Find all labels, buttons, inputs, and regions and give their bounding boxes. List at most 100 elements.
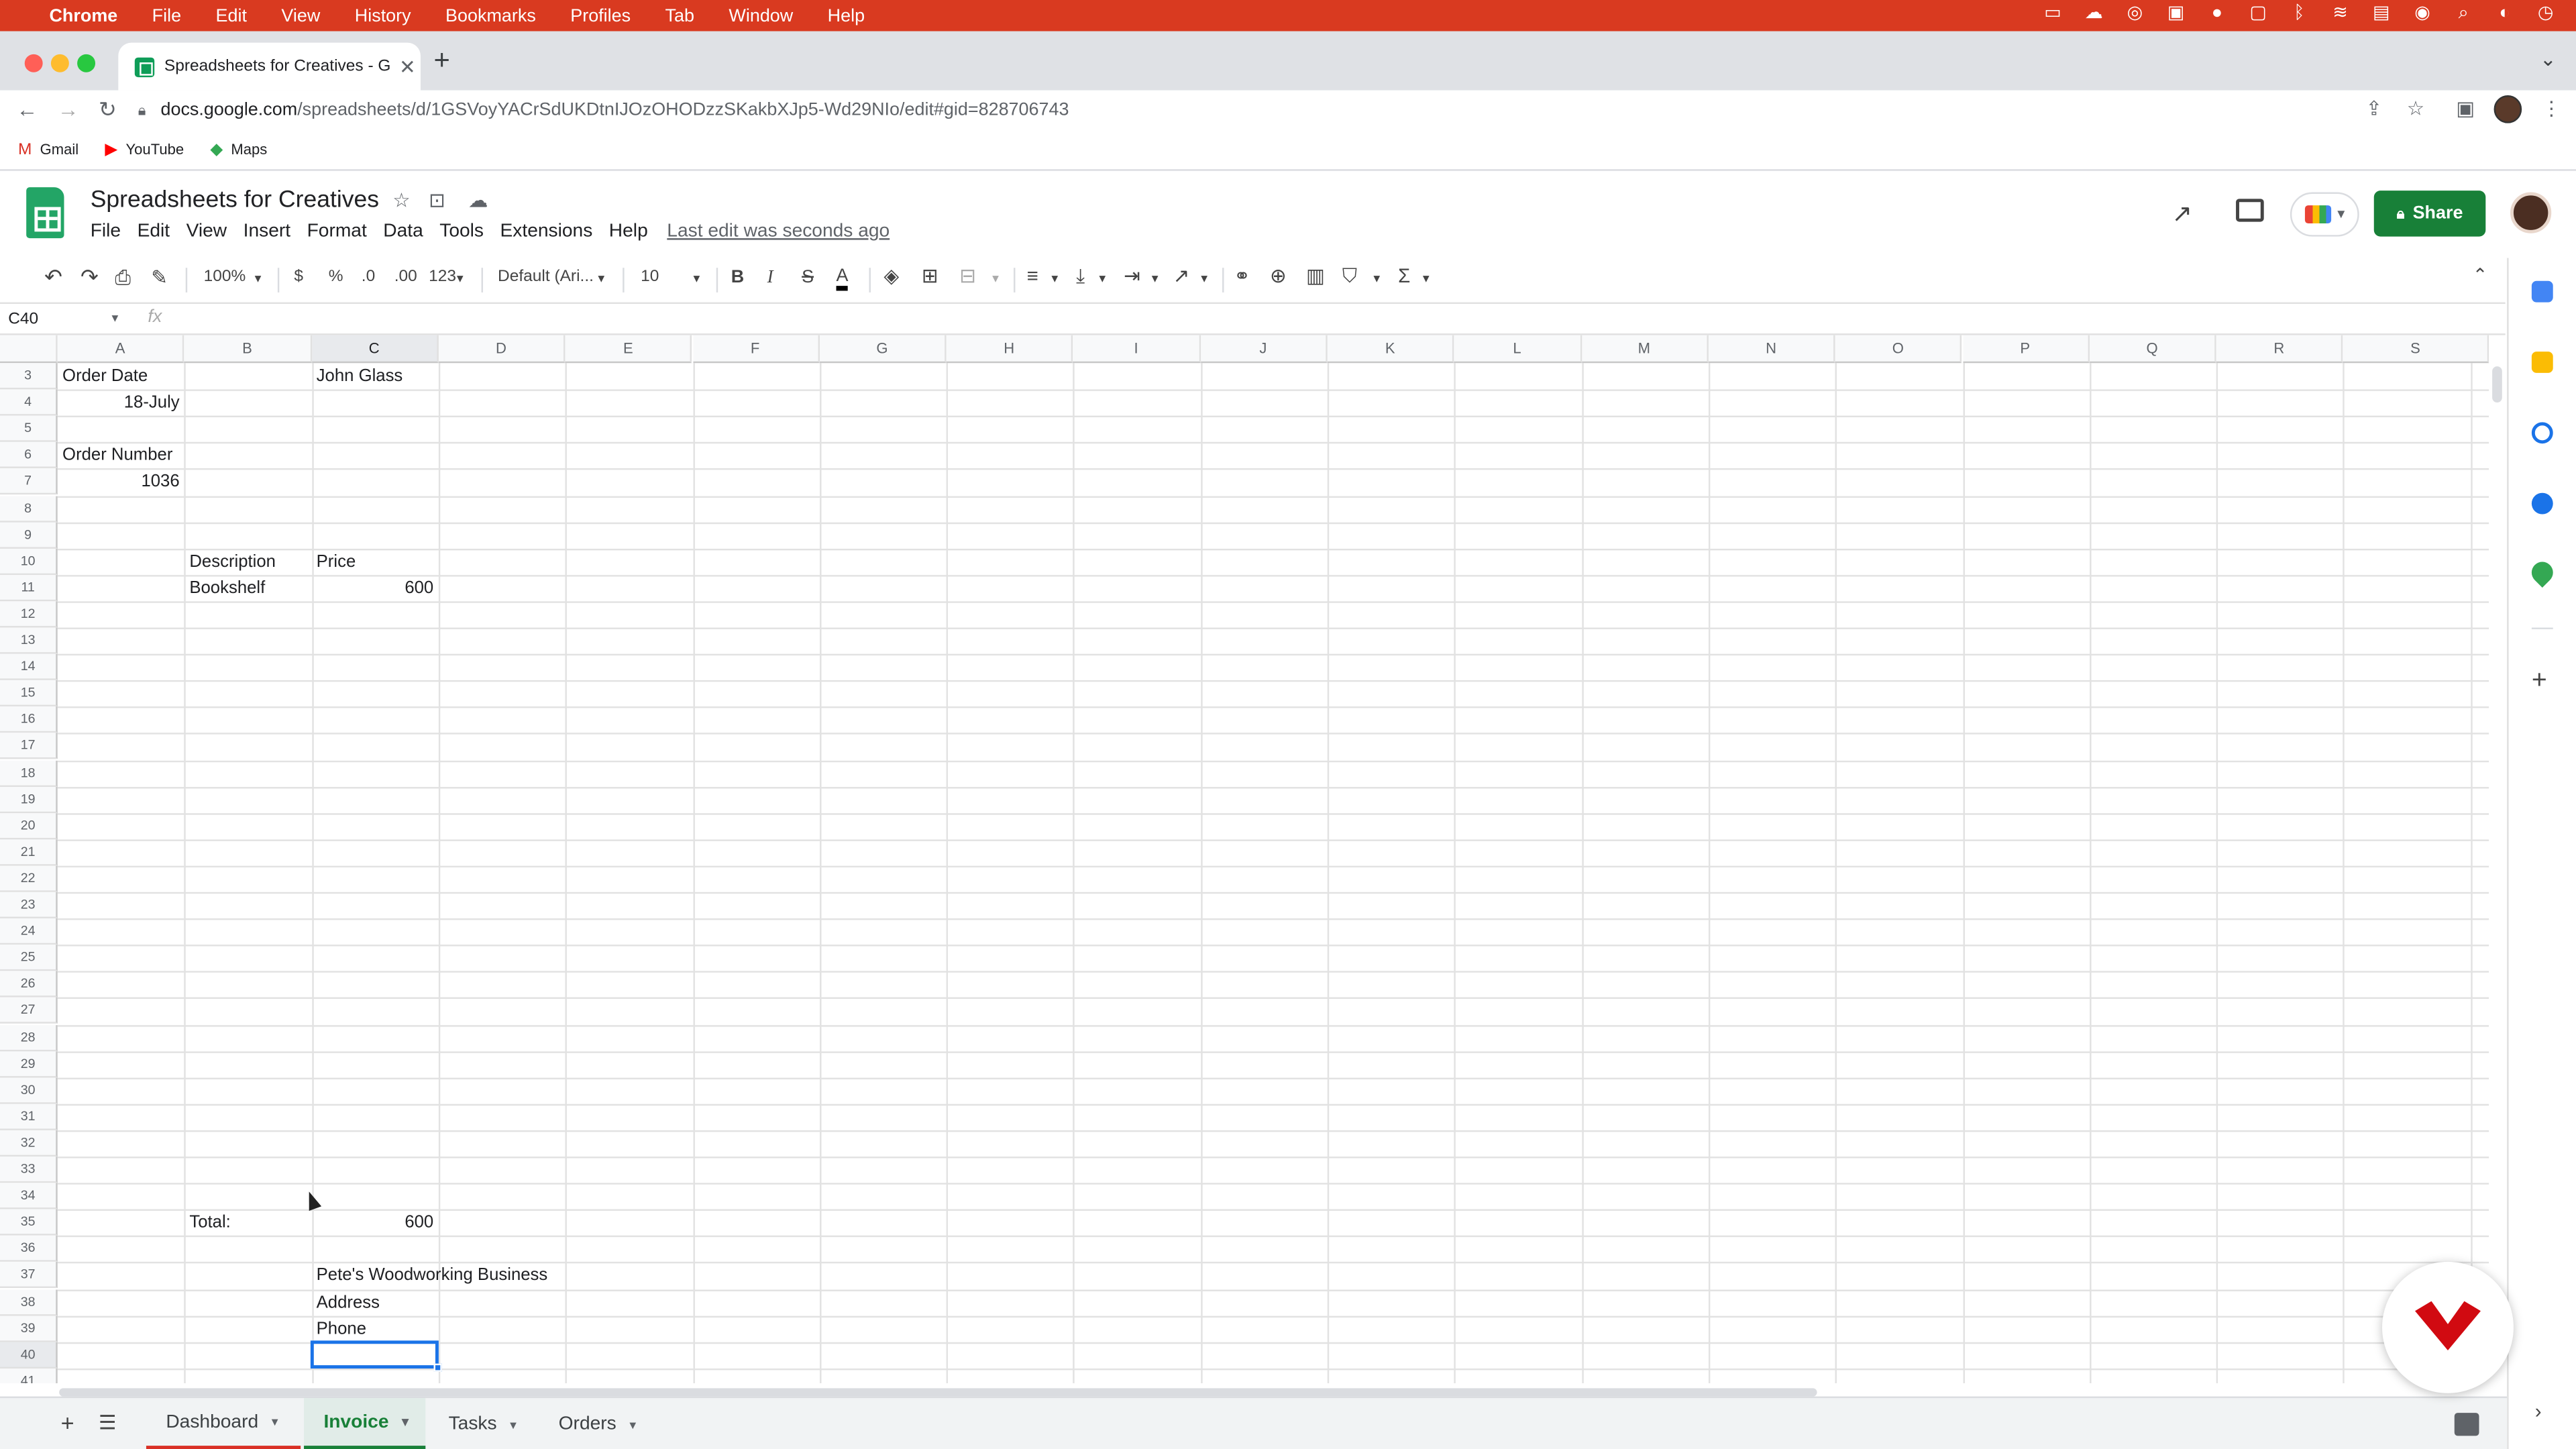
row-header-32[interactable]: 32 bbox=[0, 1130, 58, 1157]
bookmark-youtube[interactable]: ▶ YouTube bbox=[105, 140, 184, 158]
user-icon[interactable]: ◉ bbox=[2412, 3, 2433, 25]
row-header-28[interactable]: 28 bbox=[0, 1024, 58, 1051]
browser-tab-active[interactable]: Spreadsheets for Creatives - G ✕ bbox=[118, 42, 421, 91]
row-header-17[interactable]: 17 bbox=[0, 733, 58, 760]
row-header-40[interactable]: 40 bbox=[0, 1342, 58, 1368]
column-header-h[interactable]: H bbox=[946, 335, 1074, 364]
functions-icon[interactable]: Σ bbox=[1398, 264, 1410, 287]
explore-icon[interactable] bbox=[2454, 1413, 2479, 1436]
browser-profile-avatar[interactable] bbox=[2493, 95, 2522, 123]
cell-c10[interactable]: Price bbox=[317, 551, 356, 571]
column-header-b[interactable]: B bbox=[184, 335, 312, 364]
insert-link-icon[interactable]: ⚭ bbox=[1234, 264, 1250, 287]
sheets-logo-icon[interactable] bbox=[26, 187, 64, 239]
menu-tools[interactable]: Tools bbox=[439, 222, 484, 241]
last-edit-link[interactable]: Last edit was seconds ago bbox=[667, 222, 890, 241]
percent-format-button[interactable]: % bbox=[329, 268, 343, 286]
sheet-tab-dashboard[interactable]: Dashboard ▾ bbox=[146, 1398, 301, 1449]
row-header-8[interactable]: 8 bbox=[0, 495, 58, 522]
text-color-button[interactable]: A bbox=[836, 267, 849, 291]
all-sheets-icon[interactable]: ☰ bbox=[99, 1411, 116, 1434]
side-panel-icon[interactable]: ▣ bbox=[2456, 97, 2475, 119]
mac-menu-app[interactable]: Chrome bbox=[49, 6, 117, 25]
reload-icon[interactable]: ↻ bbox=[99, 97, 117, 123]
align-chevron-icon[interactable]: ▾ bbox=[1051, 271, 1058, 286]
font-size-select[interactable]: 10 bbox=[641, 268, 659, 286]
italic-button[interactable]: I bbox=[767, 268, 773, 287]
account-avatar[interactable] bbox=[2510, 192, 2552, 233]
display-icon[interactable]: ▣ bbox=[2165, 3, 2187, 25]
calendar-icon[interactable] bbox=[2531, 280, 2553, 303]
row-header-29[interactable]: 29 bbox=[0, 1051, 58, 1077]
name-box[interactable]: C40 bbox=[8, 311, 38, 329]
browser-menu-icon[interactable]: ⋮ bbox=[2542, 97, 2561, 119]
record-icon[interactable]: ● bbox=[2206, 3, 2228, 25]
sheet-tab-chevron-icon[interactable]: ▾ bbox=[402, 1415, 409, 1430]
cell-b11[interactable]: Bookshelf bbox=[189, 578, 265, 598]
column-header-n[interactable]: N bbox=[1708, 335, 1835, 364]
menu-view[interactable]: View bbox=[186, 222, 227, 241]
contacts-icon[interactable] bbox=[2531, 492, 2553, 515]
mac-menu-view[interactable]: View bbox=[281, 6, 320, 25]
column-header-s[interactable]: S bbox=[2343, 335, 2489, 364]
row-header-21[interactable]: 21 bbox=[0, 839, 58, 866]
row-header-16[interactable]: 16 bbox=[0, 706, 58, 734]
menu-extensions[interactable]: Extensions bbox=[500, 222, 593, 241]
text-wrap-chevron-icon[interactable]: ▾ bbox=[1152, 271, 1159, 286]
keyboard-icon[interactable]: ▤ bbox=[2371, 3, 2392, 25]
row-header-7[interactable]: 7 bbox=[0, 468, 58, 496]
mac-menu-history[interactable]: History bbox=[355, 6, 411, 25]
row-header-26[interactable]: 26 bbox=[0, 971, 58, 998]
row-header-41[interactable]: 41 bbox=[0, 1368, 58, 1384]
document-title[interactable]: Spreadsheets for Creatives bbox=[91, 187, 379, 213]
row-header-39[interactable]: 39 bbox=[0, 1315, 58, 1342]
close-window-button[interactable] bbox=[24, 54, 43, 72]
column-header-f[interactable]: F bbox=[692, 335, 820, 364]
expand-panel-icon[interactable]: › bbox=[2535, 1400, 2542, 1423]
mac-menu-bookmarks[interactable]: Bookmarks bbox=[445, 6, 536, 25]
row-header-34[interactable]: 34 bbox=[0, 1183, 58, 1210]
select-all-corner[interactable] bbox=[0, 335, 58, 364]
column-header-j[interactable]: J bbox=[1200, 335, 1328, 364]
column-header-e[interactable]: E bbox=[565, 335, 693, 364]
merge-chevron-icon[interactable]: ▾ bbox=[992, 271, 999, 286]
row-header-3[interactable]: 3 bbox=[0, 363, 58, 390]
column-header-l[interactable]: L bbox=[1454, 335, 1582, 364]
mac-menu-file[interactable]: File bbox=[152, 6, 181, 25]
font-size-chevron-icon[interactable]: ▾ bbox=[693, 271, 700, 286]
column-header-c[interactable]: C bbox=[311, 335, 439, 364]
fill-handle[interactable] bbox=[433, 1363, 442, 1372]
wifi-icon[interactable]: ≋ bbox=[2330, 3, 2351, 25]
row-header-24[interactable]: 24 bbox=[0, 918, 58, 945]
column-header-k[interactable]: K bbox=[1327, 335, 1455, 364]
column-header-i[interactable]: I bbox=[1073, 335, 1201, 364]
row-header-35[interactable]: 35 bbox=[0, 1209, 58, 1236]
column-header-o[interactable]: O bbox=[1835, 335, 1963, 364]
row-header-31[interactable]: 31 bbox=[0, 1104, 58, 1130]
text-wrap-icon[interactable]: ⇥ bbox=[1124, 264, 1140, 287]
cell-c37[interactable]: Pete's Woodworking Business bbox=[317, 1266, 548, 1285]
column-header-q[interactable]: Q bbox=[2089, 335, 2216, 364]
column-header-g[interactable]: G bbox=[819, 335, 947, 364]
zoom-chevron-icon[interactable]: ▾ bbox=[255, 271, 262, 286]
keep-icon[interactable] bbox=[2531, 352, 2553, 373]
tasks-icon[interactable] bbox=[2531, 422, 2553, 444]
floating-logo-badge[interactable] bbox=[2382, 1261, 2514, 1393]
print-icon[interactable]: ⎙ bbox=[115, 266, 131, 291]
font-chevron-icon[interactable]: ▾ bbox=[598, 271, 604, 286]
row-header-27[interactable]: 27 bbox=[0, 998, 58, 1024]
cell-c39[interactable]: Phone bbox=[317, 1319, 366, 1338]
column-header-r[interactable]: R bbox=[2216, 335, 2344, 364]
bold-button[interactable]: B bbox=[731, 268, 744, 287]
column-header-d[interactable]: D bbox=[438, 335, 566, 364]
fill-color-icon[interactable]: ◈ bbox=[884, 264, 900, 287]
row-header-37[interactable]: 37 bbox=[0, 1262, 58, 1289]
row-header-15[interactable]: 15 bbox=[0, 680, 58, 707]
horizontal-scrollbar[interactable] bbox=[59, 1388, 1817, 1397]
close-tab-icon[interactable]: ✕ bbox=[394, 55, 421, 78]
active-cell-selection[interactable] bbox=[309, 1340, 439, 1368]
cell-c38[interactable]: Address bbox=[317, 1292, 380, 1311]
row-header-30[interactable]: 30 bbox=[0, 1077, 58, 1104]
cell-a4[interactable]: 18-July bbox=[58, 393, 180, 413]
cell-c11[interactable]: 600 bbox=[311, 578, 433, 598]
